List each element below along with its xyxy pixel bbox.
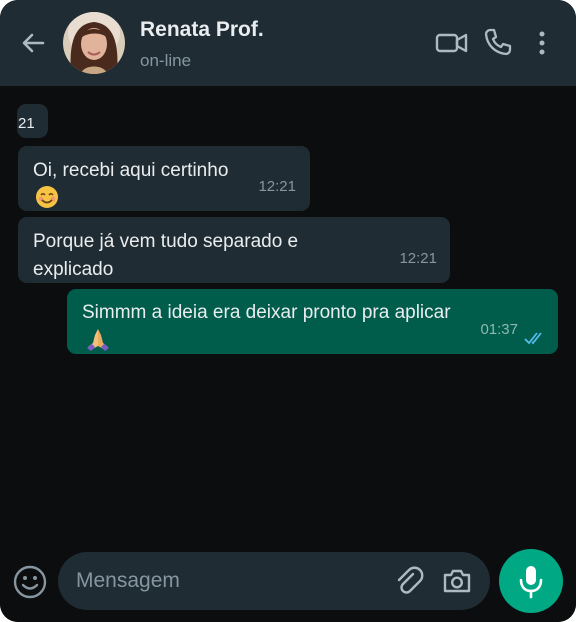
microphone-button[interactable] (499, 549, 563, 613)
composer-bar: Mensagem (0, 540, 576, 622)
microphone-icon (519, 566, 543, 599)
chat-header: Renata Prof. on-line (0, 0, 576, 86)
folded-hands-emoji-icon (85, 327, 111, 360)
camera-icon[interactable] (441, 566, 473, 596)
message-text: Porque já vem tudo separado e explicado (33, 231, 299, 280)
message-bubble-incoming[interactable]: 21 (17, 104, 48, 138)
message-time: 12:21 (258, 178, 296, 195)
attach-icon[interactable] (394, 566, 424, 596)
message-time: 01:37 (480, 321, 518, 338)
voice-call-icon[interactable] (482, 26, 514, 58)
message-text: 21 (18, 115, 35, 132)
smiling-face-emoji-icon (35, 185, 59, 218)
message-bubble-incoming[interactable]: Oi, recebi aqui certinho 12:21 (18, 146, 310, 211)
message-input[interactable]: Mensagem (58, 552, 490, 610)
message-time: 12:21 (399, 250, 437, 267)
more-options-icon[interactable] (532, 28, 552, 58)
contact-name[interactable]: Renata Prof. (140, 18, 264, 42)
message-list: 21 Oi, recebi aqui certinho 12:21 Porque… (0, 86, 576, 540)
emoji-icon[interactable] (12, 564, 48, 600)
contact-avatar[interactable] (63, 12, 125, 74)
message-bubble-incoming[interactable]: Porque já vem tudo separado e explicado … (18, 217, 450, 283)
message-input-placeholder: Mensagem (76, 569, 180, 592)
video-call-icon[interactable] (435, 28, 469, 58)
double-check-read-icon (524, 326, 546, 345)
back-arrow-icon[interactable] (18, 28, 48, 58)
contact-status: on-line (140, 51, 192, 70)
chat-screen: Renata Prof. on-line 21 Oi, recebi aqui … (0, 0, 576, 622)
message-bubble-outgoing[interactable]: Simmm a ideia era deixar pronto pra apli… (67, 289, 558, 354)
